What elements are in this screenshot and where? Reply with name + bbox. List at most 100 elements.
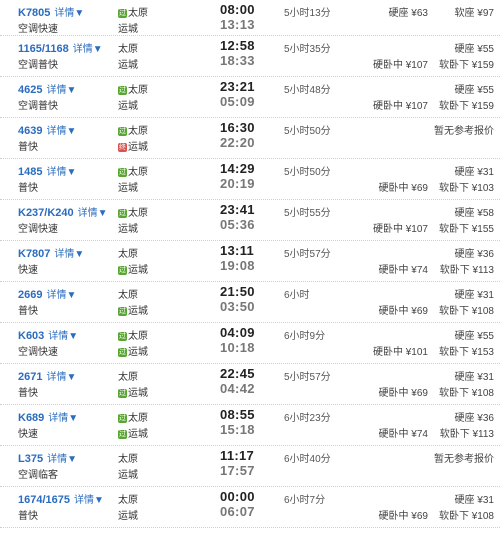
train-number-link[interactable]: K7805 详情▼	[18, 4, 84, 19]
departure-station-name: 太原	[118, 454, 138, 465]
price-right-bottom: 软卧下 ¥113	[439, 265, 494, 276]
train-number[interactable]: 1165/1168	[18, 43, 69, 55]
price-left-bottom: 硬卧中 ¥74	[378, 265, 428, 276]
detail-toggle[interactable]: 详情▼	[48, 413, 78, 424]
departure-time: 00:00	[220, 489, 255, 504]
train-number[interactable]: 1674/1675	[18, 494, 70, 506]
detail-toggle[interactable]: 详情▼	[48, 331, 78, 342]
price-right-bottom: 软卧下 ¥153	[438, 347, 494, 358]
train-number-link[interactable]: 4639 详情▼	[18, 122, 76, 137]
price-right-bottom: 软卧下 ¥159	[438, 101, 494, 112]
price-right-top: 硬座 ¥55	[454, 85, 494, 96]
detail-toggle[interactable]: 详情▼	[47, 454, 77, 465]
departure-time: 12:58	[220, 38, 255, 53]
train-row: K7805 详情▼ 空调快速 过太原 运城 08:00 13:13 5小时13分 …	[0, 0, 500, 36]
departure-station: 太原	[118, 40, 138, 55]
train-number-link[interactable]: 1674/1675 详情▼	[18, 491, 104, 506]
train-number[interactable]: 1485	[18, 166, 42, 178]
train-number[interactable]: 2669	[18, 289, 42, 301]
train-number-link[interactable]: 2671 详情▼	[18, 368, 76, 383]
train-number[interactable]: K237/K240	[18, 207, 74, 219]
to-station-badge: 过	[118, 430, 127, 439]
to-station-badge: 过	[118, 266, 127, 275]
detail-toggle[interactable]: 详情▼	[74, 495, 104, 506]
departure-station-name: 太原	[128, 85, 148, 96]
price-right-top: 暂无参考报价	[434, 454, 494, 465]
from-station-badge: 过	[118, 168, 127, 177]
train-number[interactable]: 4639	[18, 125, 42, 137]
departure-station-name: 太原	[128, 413, 148, 424]
departure-station-name: 太原	[118, 372, 138, 383]
arrival-station: 过运城	[118, 425, 148, 440]
detail-toggle[interactable]: 详情▼	[54, 8, 84, 19]
train-number[interactable]: 2671	[18, 371, 42, 383]
train-number-link[interactable]: 2669 详情▼	[18, 286, 76, 301]
travel-duration: 5小时13分	[284, 8, 331, 19]
arrival-time: 13:13	[220, 17, 255, 32]
arrival-station-name: 运城	[118, 183, 138, 194]
detail-toggle[interactable]: 详情▼	[46, 126, 76, 137]
train-type: 空调快速	[18, 347, 58, 358]
arrival-station: 运城	[118, 220, 138, 235]
train-number[interactable]: K7807	[18, 248, 50, 260]
to-station-badge: 过	[118, 307, 127, 316]
departure-station-name: 太原	[118, 249, 138, 260]
train-number[interactable]: K7805	[18, 7, 50, 19]
train-number-link[interactable]: 4625 详情▼	[18, 81, 76, 96]
train-row: 1165/1168 详情▼ 空调普快 太原 运城 12:58 18:33 5小时3…	[0, 36, 500, 77]
arrival-time: 17:57	[220, 463, 255, 478]
departure-station-name: 太原	[128, 208, 148, 219]
arrival-station-name: 运城	[128, 265, 148, 276]
detail-toggle[interactable]: 详情▼	[54, 249, 84, 260]
price-right-bottom: 软卧下 ¥159	[438, 60, 494, 71]
price-right-top: 软座 ¥97	[454, 8, 494, 19]
departure-station-name: 太原	[128, 331, 148, 342]
departure-station-name: 太原	[118, 44, 138, 55]
departure-time: 23:41	[220, 202, 255, 217]
train-number-link[interactable]: L375 详情▼	[18, 450, 77, 465]
arrival-station: 运城	[118, 466, 138, 481]
train-number[interactable]: K603	[18, 330, 44, 342]
train-number-link[interactable]: K237/K240 详情▼	[18, 204, 108, 219]
train-type: 空调普快	[18, 101, 58, 112]
travel-duration: 6小时9分	[284, 331, 326, 342]
arrival-time: 06:07	[220, 504, 255, 519]
detail-toggle[interactable]: 详情▼	[46, 167, 76, 178]
train-number[interactable]: 4625	[18, 84, 42, 96]
departure-station: 太原	[118, 368, 138, 383]
departure-station-name: 太原	[128, 8, 148, 19]
arrival-station: 终运城	[118, 138, 148, 153]
train-number-link[interactable]: 1485 详情▼	[18, 163, 76, 178]
price-right-bottom: 软卧下 ¥155	[438, 224, 494, 235]
price-right-bottom: 软卧下 ¥113	[439, 429, 494, 440]
departure-time: 04:09	[220, 325, 255, 340]
travel-duration: 6小时	[284, 290, 310, 301]
arrival-station: 运城	[118, 507, 138, 522]
arrival-station: 过运城	[118, 384, 148, 399]
train-number[interactable]: K689	[18, 412, 44, 424]
train-row: K237/K240 详情▼ 空调快速 过太原 运城 23:41 05:36 5小时…	[0, 200, 500, 241]
train-number-link[interactable]: K7807 详情▼	[18, 245, 84, 260]
detail-toggle[interactable]: 详情▼	[46, 85, 76, 96]
detail-toggle[interactable]: 详情▼	[78, 208, 108, 219]
train-number-link[interactable]: K689 详情▼	[18, 409, 78, 424]
train-number-link[interactable]: 1165/1168 详情▼	[18, 40, 103, 55]
price-right-top: 硬座 ¥36	[454, 249, 494, 260]
arrival-time: 18:33	[220, 53, 255, 68]
arrival-station-name: 运城	[118, 511, 138, 522]
arrival-station-name: 运城	[128, 142, 148, 153]
detail-toggle[interactable]: 详情▼	[46, 290, 76, 301]
detail-toggle[interactable]: 详情▼	[46, 372, 76, 383]
arrival-station-name: 运城	[128, 347, 148, 358]
departure-time: 08:00	[220, 2, 255, 17]
train-number[interactable]: L375	[18, 453, 43, 465]
arrival-station-name: 运城	[128, 388, 148, 399]
train-number-link[interactable]: K603 详情▼	[18, 327, 78, 342]
price-right-bottom: 软卧下 ¥108	[438, 388, 494, 399]
detail-toggle[interactable]: 详情▼	[73, 44, 103, 55]
to-station-badge: 终	[118, 143, 127, 152]
from-station-badge: 过	[118, 86, 127, 95]
price-left-bottom: 硬卧中 ¥107	[372, 224, 428, 235]
from-station-badge: 过	[118, 209, 127, 218]
departure-station-name: 太原	[118, 290, 138, 301]
